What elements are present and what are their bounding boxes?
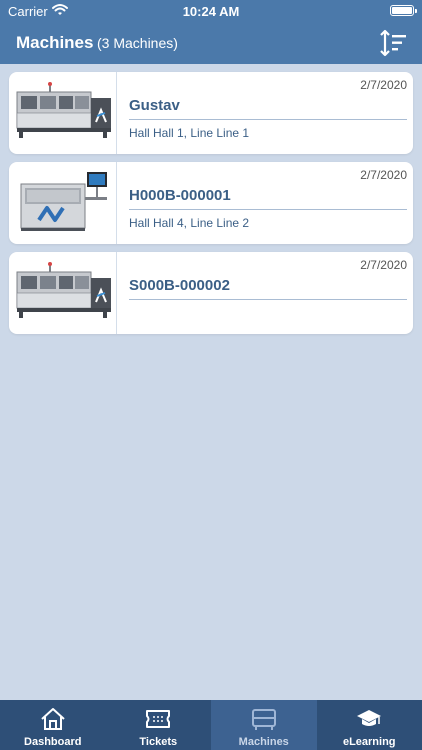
divider <box>129 299 407 300</box>
tab-label: Tickets <box>139 736 178 748</box>
tab-elearning[interactable]: eLearning <box>317 700 422 750</box>
machine-location: Hall Hall 1, Line Line 1 <box>129 126 250 140</box>
tab-machines[interactable]: Machines <box>211 700 317 750</box>
nav-bar: Machines (3 Machines) <box>0 22 422 64</box>
machine-name: Gustav <box>129 97 180 114</box>
machine-list: 2/7/2020 Gustav Hall Hall 1, Line Line 1… <box>9 72 413 342</box>
machine-card[interactable]: 2/7/2020 S000B-000002 <box>9 252 413 334</box>
tab-label: eLearning <box>342 736 396 748</box>
machine-date: 2/7/2020 <box>360 258 407 272</box>
divider <box>129 209 407 210</box>
machine-date: 2/7/2020 <box>360 78 407 92</box>
status-bar: Carrier 10:24 AM <box>0 0 422 22</box>
machine-date: 2/7/2020 <box>360 168 407 182</box>
machine-card[interactable]: 2/7/2020 H000B-000001 Hall Hall 4, Line … <box>9 162 413 244</box>
ticket-icon <box>144 707 172 736</box>
wave-solder-machine-icon <box>16 262 111 318</box>
sort-icon[interactable] <box>378 28 408 58</box>
tab-label: Dashboard <box>24 736 82 748</box>
machine-thumbnail <box>9 252 117 334</box>
battery-icon <box>390 5 417 16</box>
machine-thumbnail <box>9 72 117 154</box>
machine-card[interactable]: 2/7/2020 Gustav Hall Hall 1, Line Line 1 <box>9 72 413 154</box>
machine-count: (3 Machines) <box>97 35 178 51</box>
divider <box>129 119 407 120</box>
machine-location: Hall Hall 4, Line Line 2 <box>129 216 250 230</box>
clock: 10:24 AM <box>182 4 240 19</box>
machine-name: H000B-000001 <box>129 187 231 204</box>
tab-bar: Dashboard Tickets Machines eLearning <box>0 700 422 750</box>
home-icon <box>39 707 67 736</box>
tab-label: Machines <box>238 736 289 748</box>
page-title: Machines <box>16 33 94 52</box>
machine-name: S000B-000002 <box>129 277 230 294</box>
wave-solder-machine-icon <box>16 82 111 138</box>
machine-icon <box>250 707 278 736</box>
selective-solder-machine-icon <box>20 172 107 231</box>
tab-dashboard[interactable]: Dashboard <box>0 700 106 750</box>
tab-tickets[interactable]: Tickets <box>106 700 212 750</box>
graduation-cap-icon <box>355 707 383 736</box>
machine-thumbnail <box>9 162 117 244</box>
